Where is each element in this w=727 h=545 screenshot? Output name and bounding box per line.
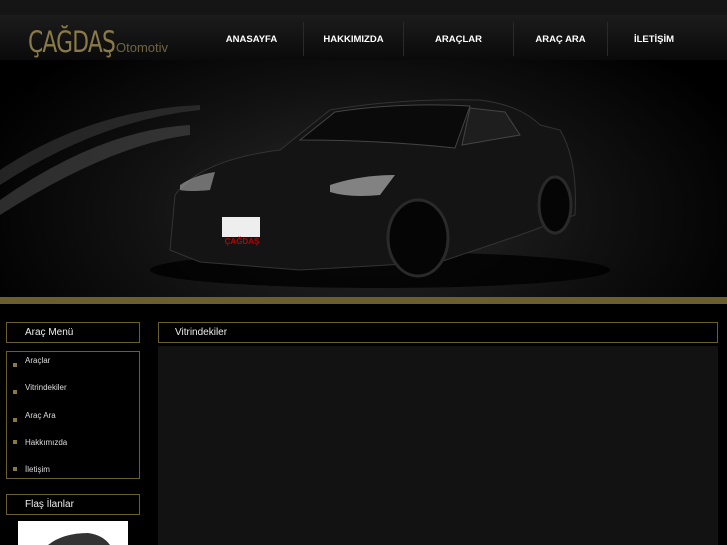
logo-text: ÇAĞDAŞ xyxy=(28,25,116,59)
menu-item-hakkimizda[interactable]: Hakkımızda xyxy=(7,438,67,447)
menu-item-label: Araç Ara xyxy=(25,411,56,420)
menu-item-arac-ara[interactable]: Araç Ara xyxy=(7,411,56,422)
logo[interactable]: ÇAĞDAŞ Otomotiv xyxy=(28,25,168,59)
flash-listing-thumbnail[interactable] xyxy=(18,521,128,545)
side-menu: Araçlar Vitrindekiler Araç Ara Hakkımızd… xyxy=(6,351,140,479)
main-title: Vitrindekiler xyxy=(158,322,718,343)
flash-listings-title: Flaş İlanlar xyxy=(6,494,140,515)
bullet-icon xyxy=(13,439,17,444)
logo-subtext: Otomotiv xyxy=(116,40,169,55)
flash-listings-title-text: Flaş İlanlar xyxy=(25,499,74,510)
nav-araclar[interactable]: ARAÇLAR xyxy=(404,22,514,56)
menu-item-label: İletişim xyxy=(25,465,50,474)
car-thumbnail-image xyxy=(48,533,110,545)
nav-iletisim[interactable]: İLETİŞİM xyxy=(608,22,700,56)
nav-anasayfa[interactable]: ANASAYFA xyxy=(200,22,304,56)
bullet-icon xyxy=(13,466,17,471)
menu-item-araclar[interactable]: Araçlar xyxy=(7,356,51,367)
menu-item-label: Vitrindekiler xyxy=(25,383,67,392)
menu-title-text: Araç Menü xyxy=(25,327,74,338)
menu-title: Araç Menü xyxy=(6,322,140,343)
nav-hakkimizda[interactable]: HAKKIMIZDA xyxy=(304,22,404,56)
menu-item-iletisim[interactable]: İletişim xyxy=(7,465,50,474)
main-title-text: Vitrindekiler xyxy=(175,327,228,338)
gold-divider xyxy=(0,297,727,304)
header-banner: ÇAĞDAŞ Otomotiv ÇAĞDAŞ ANASAYFA HAKKIMIZ… xyxy=(0,15,727,298)
menu-item-vitrindekiler[interactable]: Vitrindekiler xyxy=(7,383,67,394)
top-strip xyxy=(0,0,727,15)
license-plate-text: ÇAĞDAŞ xyxy=(224,237,260,246)
bullet-icon xyxy=(13,389,17,394)
showcase-content xyxy=(158,346,718,545)
menu-item-label: Araçlar xyxy=(25,356,51,365)
bullet-icon xyxy=(13,362,17,367)
menu-item-label: Hakkımızda xyxy=(25,438,68,447)
nav-arac-ara[interactable]: ARAÇ ARA xyxy=(514,22,608,56)
main-nav: ANASAYFA HAKKIMIZDA ARAÇLAR ARAÇ ARA İLE… xyxy=(200,22,700,56)
bullet-icon xyxy=(13,417,17,422)
